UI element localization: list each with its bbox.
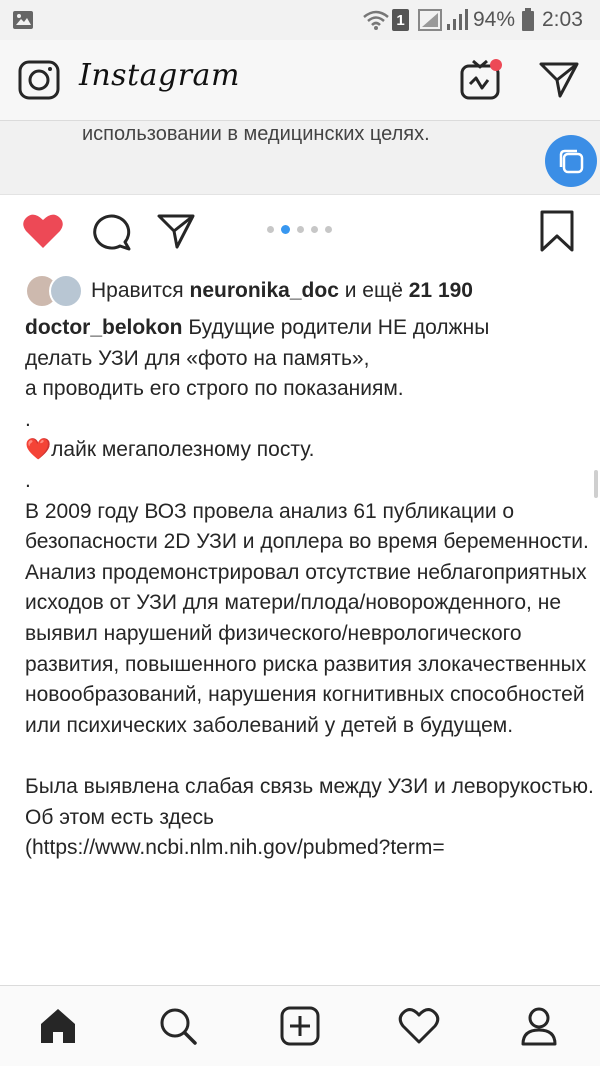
wifi-icon: [362, 0, 390, 40]
sim-badge: 1: [392, 9, 409, 31]
scrollbar[interactable]: [594, 470, 598, 498]
post-caption: doctor_belokon Будущие родители НЕ должн…: [25, 313, 595, 864]
search-icon[interactable]: [138, 986, 218, 1066]
carousel-dot: [297, 226, 304, 233]
battery-icon: [521, 0, 535, 40]
direct-message-icon[interactable]: [538, 60, 580, 105]
new-post-icon[interactable]: [260, 986, 340, 1066]
liker-avatars: [25, 274, 83, 308]
bookmark-icon[interactable]: [539, 210, 575, 257]
battery-percent: 94%: [473, 8, 516, 31]
liker-username[interactable]: neuronika_doc: [190, 279, 339, 302]
carousel-dot: [311, 226, 318, 233]
likes-count[interactable]: 21 190: [409, 279, 473, 302]
profile-icon[interactable]: [499, 986, 579, 1066]
likes-summary: Нравится neuronika_doc и ещё 21 190: [91, 279, 473, 303]
comment-icon[interactable]: [90, 212, 132, 257]
home-icon[interactable]: [18, 986, 98, 1066]
carousel-dot: [325, 226, 332, 233]
camera-icon[interactable]: [18, 60, 60, 105]
signal-bars-icon: [446, 0, 470, 40]
image-caption: использовании в медицинских целях.: [82, 123, 430, 145]
caption-text-rest: лайк мегаполезному посту. . В 2009 году …: [25, 438, 594, 860]
likes-middle: и ещё: [338, 279, 409, 302]
signal-icon: [418, 0, 442, 40]
sim-icon: 1: [392, 0, 409, 40]
status-bar: 1 94% 2:03: [0, 0, 600, 40]
igtv-icon[interactable]: [460, 58, 506, 107]
multi-image-indicator-icon[interactable]: [545, 135, 597, 187]
carousel-dot: [267, 226, 274, 233]
post-image[interactable]: использовании в медицинских целях.: [0, 121, 600, 195]
likes-prefix: Нравится: [91, 279, 190, 302]
heart-emoji: ❤️: [25, 438, 52, 462]
heart-filled-icon[interactable]: [22, 212, 64, 255]
activity-heart-icon[interactable]: [379, 986, 459, 1066]
avatar: [49, 274, 83, 308]
instagram-logo: Instagram: [79, 58, 240, 93]
likes-row[interactable]: Нравится neuronika_doc и ещё 21 190: [25, 272, 473, 310]
carousel-dot: [281, 225, 290, 234]
bottom-navigation: [0, 985, 600, 1066]
share-icon[interactable]: [156, 212, 196, 255]
carousel-indicator: [267, 225, 332, 234]
clock: 2:03: [542, 8, 583, 31]
image-icon: [12, 0, 34, 40]
post-username[interactable]: doctor_belokon: [25, 316, 183, 339]
